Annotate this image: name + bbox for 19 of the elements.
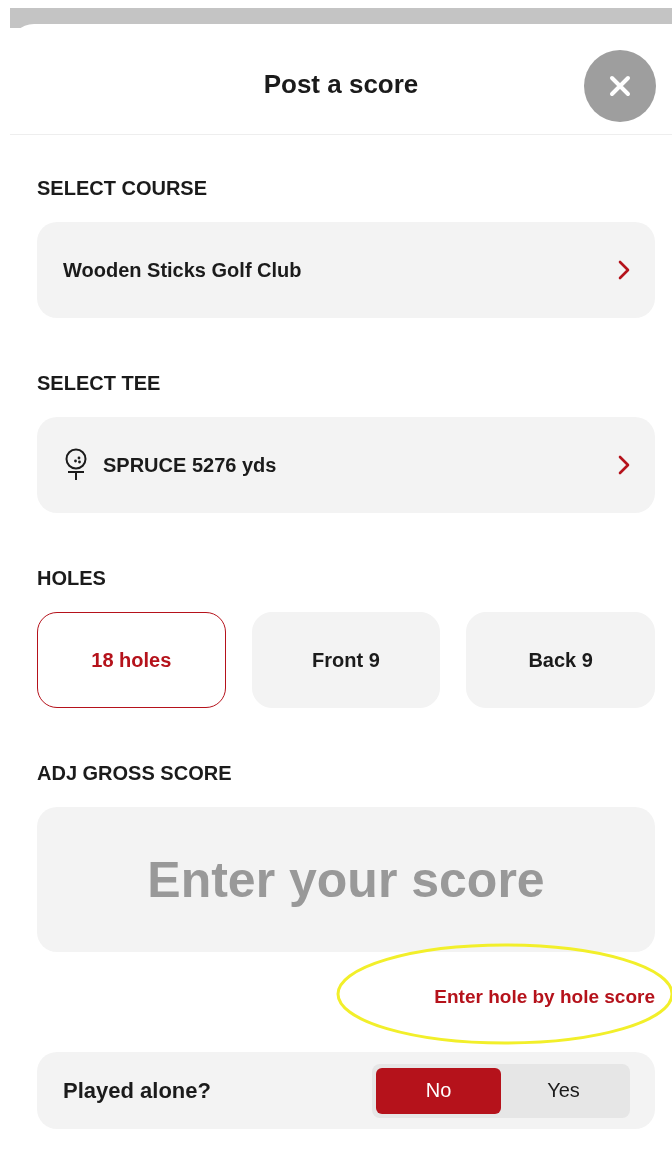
section-label: HOLES — [37, 567, 107, 590]
hole-by-hole-link[interactable]: Enter hole by hole score — [434, 986, 655, 1008]
section-label: SELECT TEE — [37, 372, 162, 395]
played-alone-label: Played alone? — [63, 1077, 212, 1104]
screen-title: Post a score — [263, 68, 419, 100]
golf-ball-on-tee-icon — [63, 448, 89, 482]
tee-selector[interactable]: SPRUCE 5276 yds — [37, 417, 655, 513]
holes-option[interactable]: 18 holes — [37, 612, 226, 708]
holes-option[interactable]: Front 9 — [251, 612, 441, 708]
holes-option[interactable]: Back 9 — [466, 612, 655, 708]
course-selector[interactable]: Wooden Sticks Golf Club — [37, 222, 655, 318]
chevron-right-icon — [617, 259, 631, 281]
chevron-right-icon — [617, 454, 631, 476]
section-label: SELECT COURSE — [37, 177, 209, 200]
segment-option[interactable]: Yes — [501, 1067, 626, 1114]
close-icon — [609, 75, 631, 97]
section-label: ADJ GROSS SCORE — [37, 762, 233, 785]
score-input-field[interactable]: Enter your score — [37, 807, 655, 952]
segment-option[interactable]: No — [376, 1067, 501, 1114]
